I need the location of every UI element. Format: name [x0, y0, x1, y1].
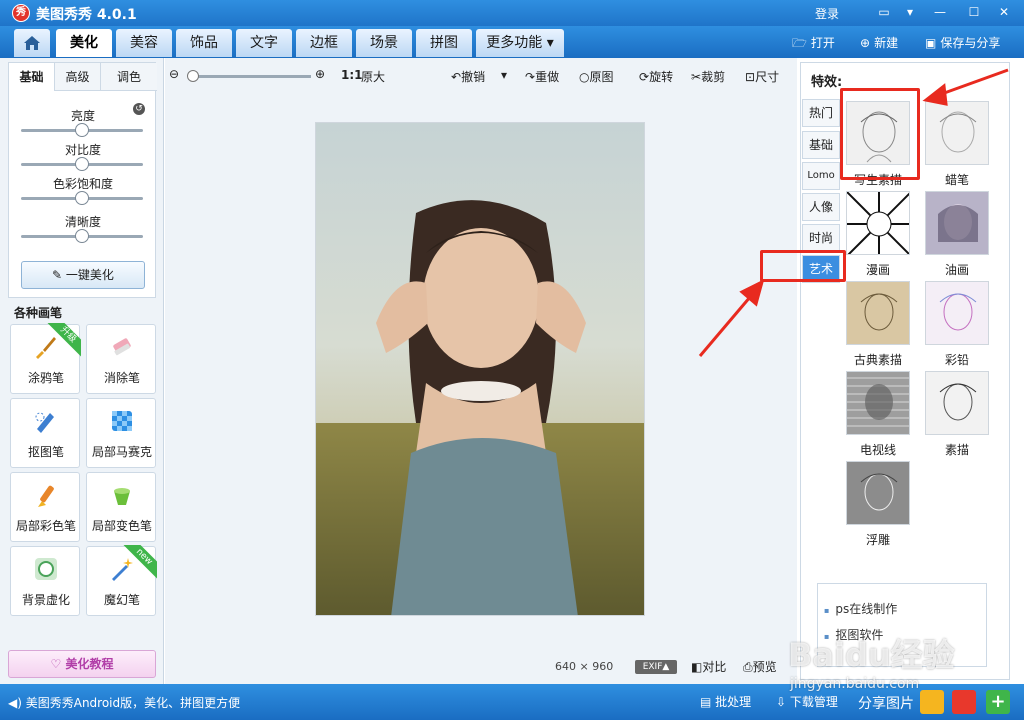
download-icon: ⇩ — [776, 695, 790, 709]
android-promo-text[interactable]: ◀) 美图秀秀Android版，美化、拼图更方便 — [8, 694, 240, 711]
baidu-watermark: Baidu经验 — [788, 636, 955, 674]
download-manager-button[interactable]: ⇩ 下载管理 — [776, 693, 838, 710]
batch-icon: ▤ — [700, 695, 716, 709]
qzone-star-icon[interactable] — [920, 690, 944, 714]
share-image-button[interactable]: 分享图片 — [858, 693, 914, 713]
annotation-arrows — [698, 68, 1009, 357]
add-plus-icon[interactable]: + — [986, 690, 1010, 714]
baidu-watermark-url: jingyan.baidu.com — [790, 676, 920, 692]
speaker-icon: ◀) — [8, 696, 26, 710]
batch-process-button[interactable]: ▤ 批处理 — [700, 693, 751, 710]
download-label: 下载管理 — [789, 695, 838, 709]
weibo-icon[interactable] — [952, 690, 976, 714]
android-promo-label: 美图秀秀Android版，美化、拼图更方便 — [25, 696, 241, 710]
batch-label: 批处理 — [715, 695, 752, 709]
